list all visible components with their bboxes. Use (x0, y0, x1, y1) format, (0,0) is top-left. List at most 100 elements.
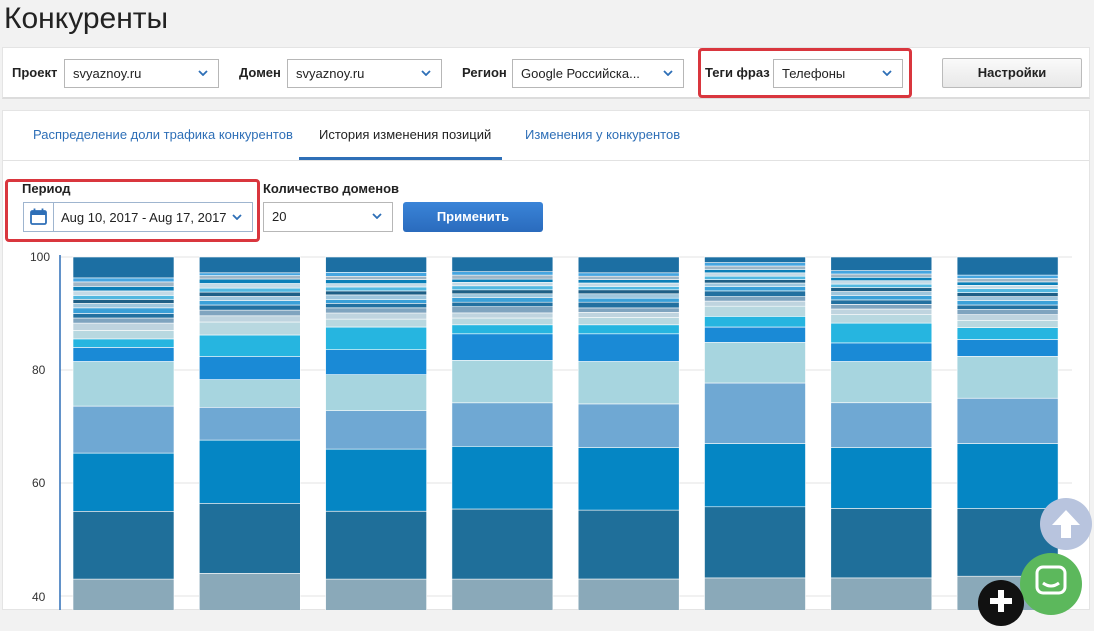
bar-segment[interactable] (956, 314, 1059, 321)
bar-segment[interactable] (956, 339, 1059, 357)
bar-segment[interactable] (199, 296, 301, 301)
bar-segment[interactable] (704, 443, 806, 508)
bar-segment[interactable] (577, 279, 680, 284)
bar-segment[interactable] (830, 304, 933, 310)
bar-segment[interactable] (325, 318, 427, 328)
bar-segment[interactable] (956, 284, 1059, 289)
bar-segment[interactable] (199, 256, 301, 274)
bar-segment[interactable] (830, 299, 933, 305)
bar-segment[interactable] (956, 292, 1059, 297)
bar-segment[interactable] (72, 256, 175, 279)
bar-segment[interactable] (704, 382, 806, 444)
bar-segment[interactable] (830, 283, 933, 288)
bar-segment[interactable] (577, 333, 680, 362)
bar-segment[interactable] (577, 272, 680, 277)
bar-segment[interactable] (704, 272, 806, 277)
bar-segment[interactable] (325, 294, 427, 300)
bar-segment[interactable] (704, 300, 806, 307)
bar-segment[interactable] (956, 309, 1059, 315)
bar-segment[interactable] (325, 349, 427, 375)
bar-segment[interactable] (577, 301, 680, 309)
bar-segment[interactable] (704, 315, 806, 328)
bar-segment[interactable] (830, 342, 933, 362)
bar-segment[interactable] (577, 361, 680, 405)
bar-segment[interactable] (325, 374, 427, 412)
bar-segment[interactable] (704, 577, 806, 610)
bar-segment[interactable] (451, 508, 554, 580)
bar-segment[interactable] (325, 326, 427, 351)
bar-segment[interactable] (199, 283, 301, 289)
bar-segment[interactable] (830, 273, 933, 278)
bar-segment[interactable] (199, 315, 301, 323)
bar-segment[interactable] (451, 324, 554, 335)
bar-segment[interactable] (577, 275, 680, 280)
bar-segment[interactable] (956, 256, 1059, 276)
bar-segment[interactable] (325, 510, 427, 580)
bar-segment[interactable] (704, 282, 806, 287)
bar-segment[interactable] (199, 287, 301, 293)
bar-segment[interactable] (704, 262, 806, 267)
bar-segment[interactable] (451, 360, 554, 404)
bar-segment[interactable] (325, 279, 427, 284)
bar-segment[interactable] (830, 577, 933, 610)
bar-segment[interactable] (325, 307, 427, 314)
bar-segment[interactable] (199, 304, 301, 311)
bar-segment[interactable] (72, 299, 175, 304)
bar-segment[interactable] (451, 289, 554, 295)
bar-segment[interactable] (325, 256, 427, 273)
bar-segment[interactable] (72, 330, 175, 340)
bar-segment[interactable] (72, 510, 175, 580)
bar-segment[interactable] (325, 286, 427, 292)
bar-segment[interactable] (577, 289, 680, 295)
bar-segment[interactable] (956, 296, 1059, 301)
bar-segment[interactable] (199, 406, 301, 441)
bar-segment[interactable] (956, 281, 1059, 286)
bar-segment[interactable] (830, 308, 933, 315)
bar-segment[interactable] (325, 312, 427, 320)
bar-segment[interactable] (577, 286, 680, 291)
add-button[interactable] (978, 580, 1024, 626)
bar-segment[interactable] (577, 447, 680, 511)
bar-segment[interactable] (72, 286, 175, 292)
bar-segment[interactable] (451, 274, 554, 280)
bar-segment[interactable] (451, 271, 554, 276)
bar-segment[interactable] (72, 322, 175, 331)
bar-segment[interactable] (956, 274, 1059, 279)
bar-segment[interactable] (704, 275, 806, 280)
bar-segment[interactable] (830, 314, 933, 324)
bar-segment[interactable] (830, 287, 933, 292)
bar-segment[interactable] (451, 285, 554, 291)
bar-segment[interactable] (704, 506, 806, 579)
bar-segment[interactable] (72, 313, 175, 319)
bar-segment[interactable] (72, 295, 175, 300)
bar-segment[interactable] (199, 379, 301, 408)
bar-segment[interactable] (199, 321, 301, 336)
bar-segment[interactable] (704, 305, 806, 317)
bar-segment[interactable] (830, 361, 933, 404)
bar-segment[interactable] (451, 333, 554, 361)
bar-segment[interactable] (577, 307, 680, 313)
bar-segment[interactable] (830, 402, 933, 448)
bar-segment[interactable] (451, 256, 554, 272)
bar-segment[interactable] (325, 290, 427, 296)
bar-segment[interactable] (830, 508, 933, 579)
bar-segment[interactable] (956, 319, 1059, 328)
bar-segment[interactable] (199, 278, 301, 284)
bar-segment[interactable] (451, 293, 554, 299)
bar-segment[interactable] (325, 302, 427, 309)
bar-segment[interactable] (577, 293, 680, 299)
bar-segment[interactable] (199, 439, 301, 504)
bar-segment[interactable] (704, 296, 806, 302)
bar-segment[interactable] (72, 317, 175, 324)
bar-segment[interactable] (325, 299, 427, 304)
bar-segment[interactable] (72, 452, 175, 512)
bar-segment[interactable] (830, 270, 933, 275)
bar-segment[interactable] (577, 312, 680, 318)
bar-segment[interactable] (451, 306, 554, 314)
bar-segment[interactable] (577, 297, 680, 303)
bar-segment[interactable] (72, 277, 175, 283)
bar-segment[interactable] (956, 304, 1059, 310)
bar-segment[interactable] (956, 356, 1059, 399)
bar-segment[interactable] (325, 410, 427, 450)
bar-segment[interactable] (830, 291, 933, 296)
